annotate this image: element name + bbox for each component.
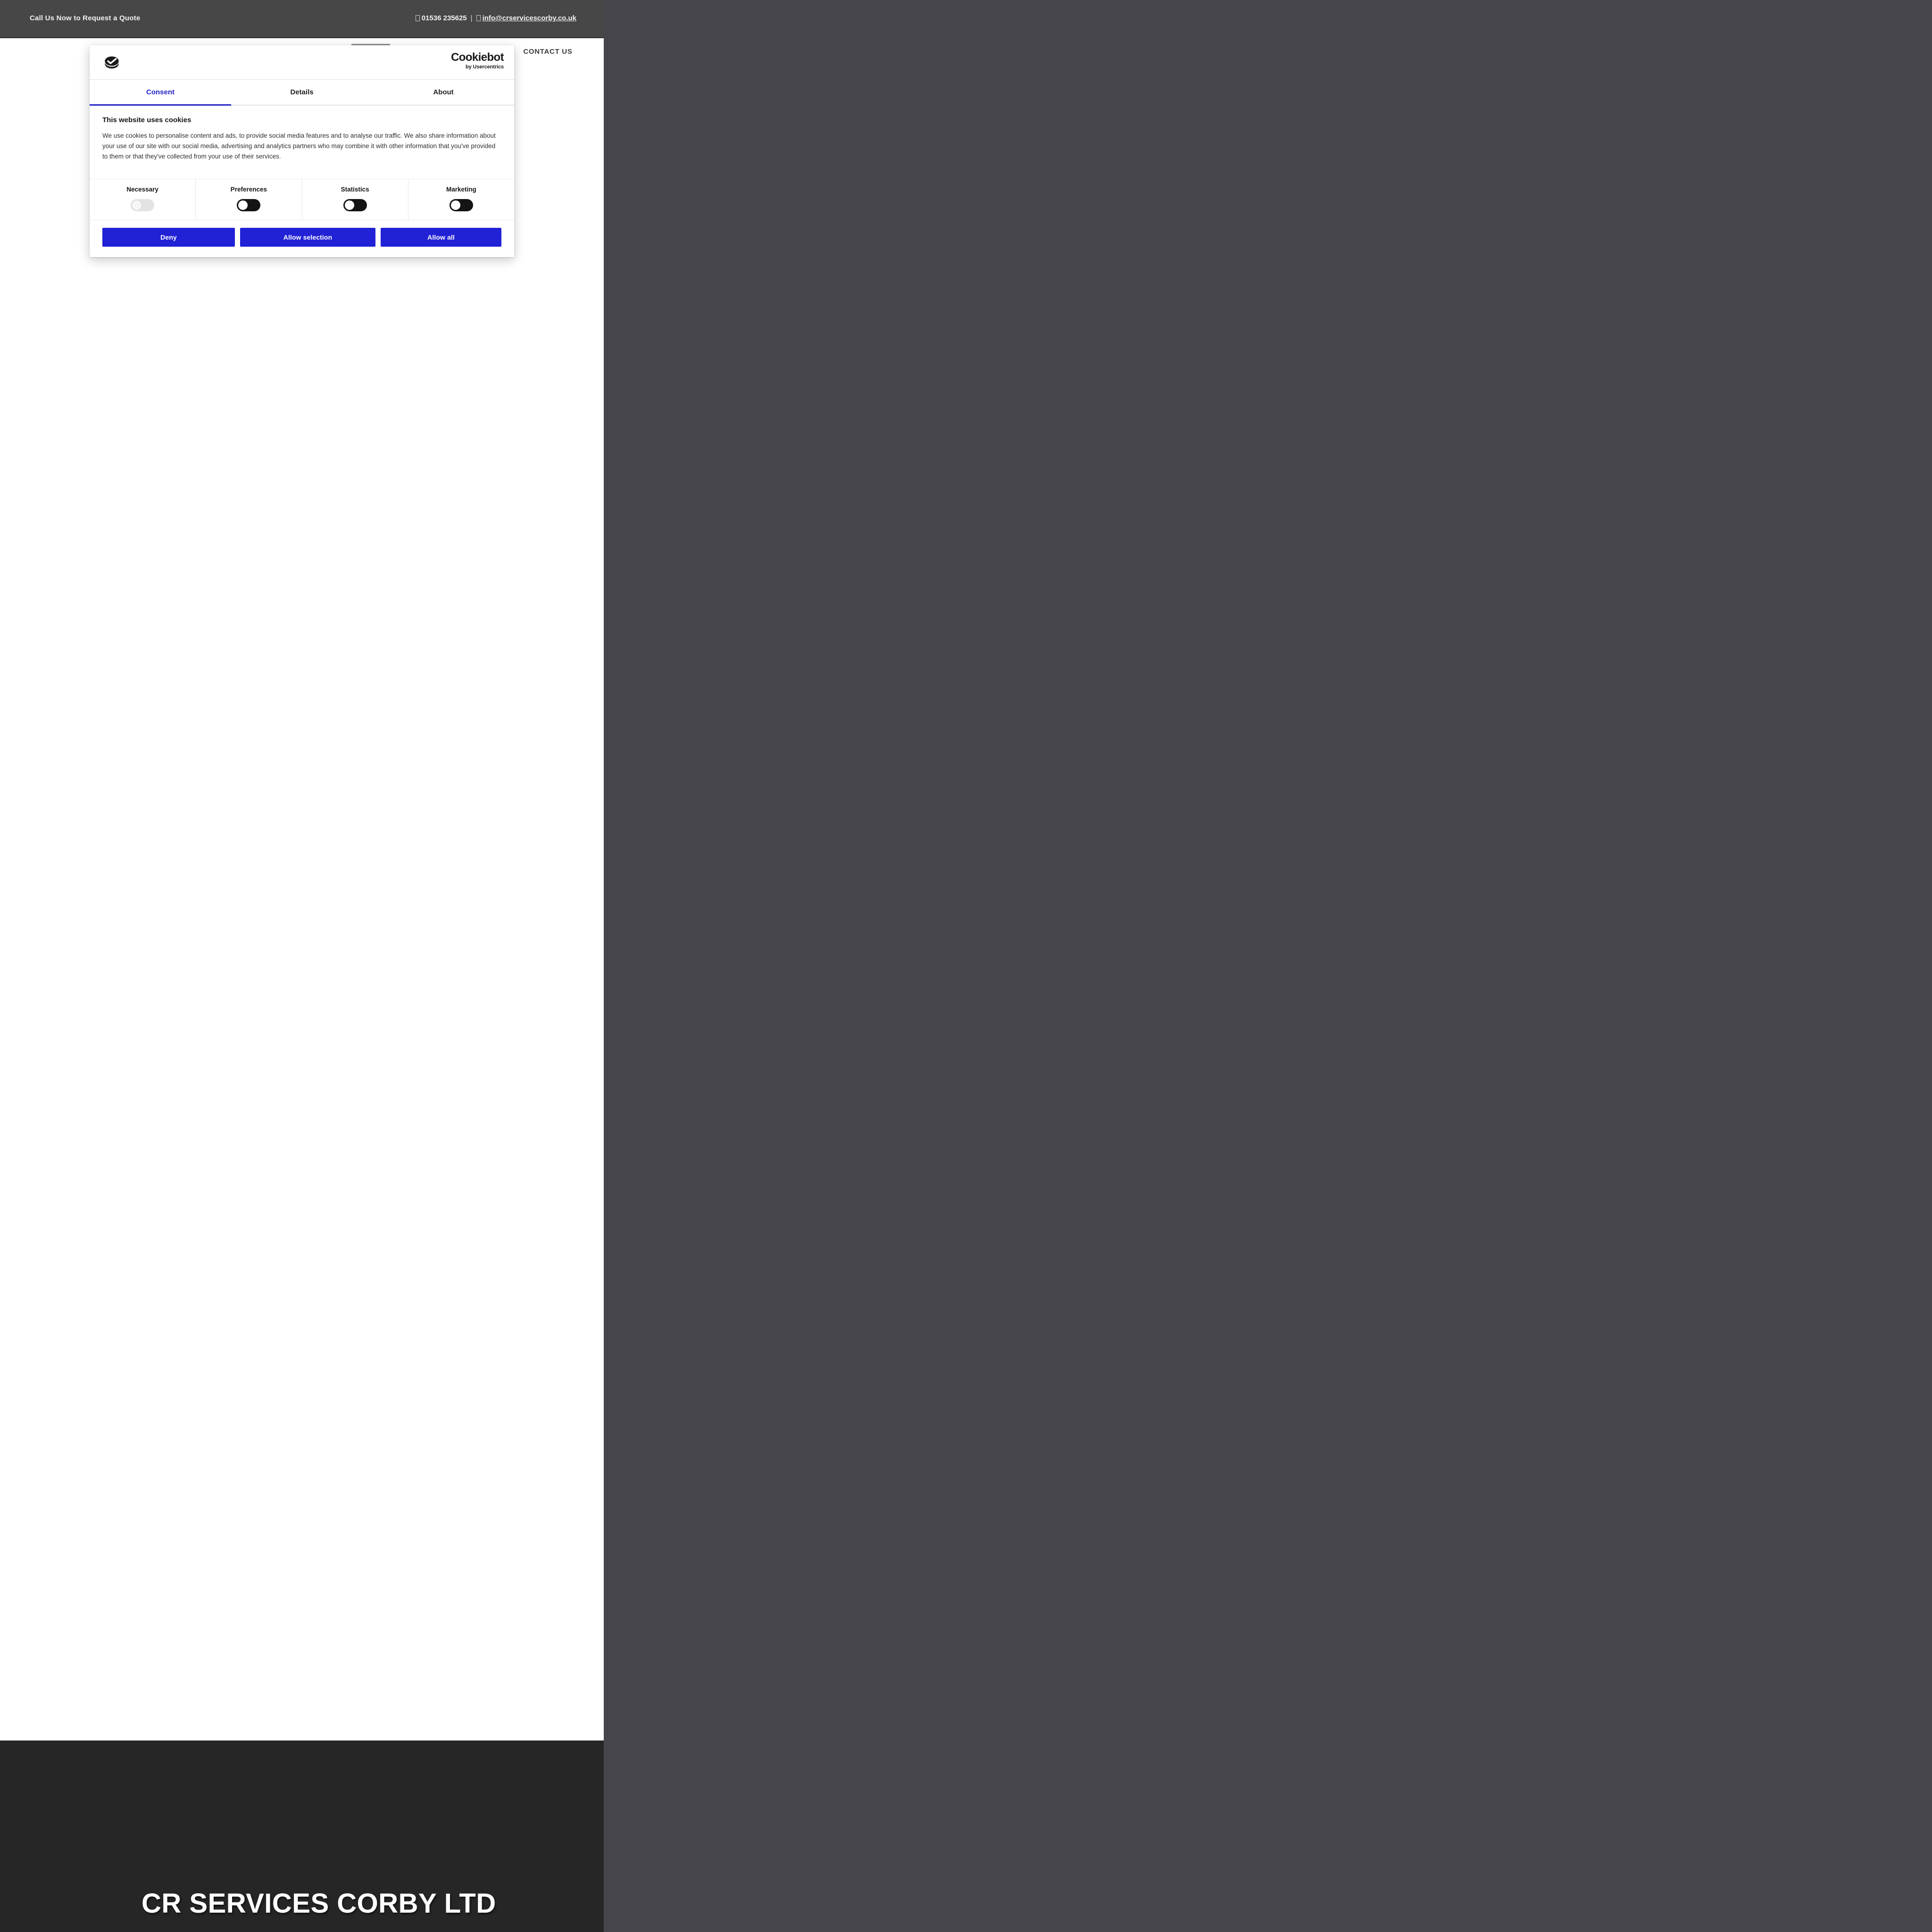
cookie-dialog-logo-row: Cookiebot by Usercentrics bbox=[90, 45, 514, 80]
category-necessary: Necessary bbox=[90, 179, 196, 220]
cookie-consent-dialog: Cookiebot by Usercentrics Consent Detail… bbox=[90, 45, 514, 257]
category-statistics: Statistics bbox=[302, 179, 408, 220]
toggle-statistics[interactable] bbox=[343, 199, 367, 211]
top-utility-bar: Call Us Now to Request a Quote 01536 235… bbox=[0, 0, 604, 38]
cookie-dialog-heading: This website uses cookies bbox=[102, 116, 192, 124]
topbar-email-link[interactable]: info@crservicescorby.co.uk bbox=[483, 14, 576, 22]
toggle-marketing[interactable] bbox=[449, 199, 473, 211]
cookie-dialog-description: We use cookies to personalise content an… bbox=[102, 132, 496, 160]
allow-all-button[interactable]: Allow all bbox=[381, 227, 501, 247]
cookiebot-brand: Cookiebot by Usercentrics bbox=[451, 52, 504, 70]
cookie-dialog-actions: Deny Allow selection Allow all bbox=[90, 220, 514, 257]
hero-content-area bbox=[0, 67, 604, 1740]
topbar-separator: | bbox=[470, 14, 473, 22]
category-label-marketing: Marketing bbox=[446, 185, 476, 193]
cookiebot-brand-subtitle: by Usercentrics bbox=[465, 64, 504, 70]
category-preferences: Preferences bbox=[196, 179, 302, 220]
toggle-knob bbox=[132, 200, 142, 210]
category-marketing: Marketing bbox=[408, 179, 514, 220]
cookie-dialog-tabs: Consent Details About bbox=[90, 80, 514, 106]
topbar-phone-number[interactable]: 01536 235625 bbox=[422, 14, 467, 22]
category-label-preferences: Preferences bbox=[230, 185, 267, 193]
phone-icon bbox=[415, 15, 420, 21]
toggle-knob bbox=[450, 200, 460, 210]
topbar-contact-group: 01536 235625 | info@crservicescorby.co.uk bbox=[415, 14, 576, 22]
category-label-necessary: Necessary bbox=[126, 185, 158, 193]
toggle-knob bbox=[238, 200, 248, 210]
toggle-necessary bbox=[131, 199, 155, 211]
footer-company-title: CR SERVICES CORBY LTD bbox=[142, 1888, 496, 1919]
deny-button[interactable]: Deny bbox=[102, 227, 235, 247]
browser-page-viewport: Call Us Now to Request a Quote 01536 235… bbox=[0, 0, 604, 1932]
envelope-icon bbox=[476, 15, 481, 21]
cookie-dialog-body: This website uses cookies We use cookies… bbox=[90, 106, 514, 171]
tab-details[interactable]: Details bbox=[231, 80, 373, 105]
toggle-preferences[interactable] bbox=[237, 199, 261, 211]
nav-item-contact-us[interactable]: CONTACT US bbox=[515, 44, 580, 59]
tab-about[interactable]: About bbox=[373, 80, 514, 105]
allow-selection-button[interactable]: Allow selection bbox=[240, 227, 375, 247]
topbar-tagline: Call Us Now to Request a Quote bbox=[30, 14, 141, 22]
cookiebot-brand-name: Cookiebot bbox=[451, 51, 504, 64]
cookie-category-row: Necessary Preferences Statistics Marketi… bbox=[90, 178, 514, 220]
tab-consent[interactable]: Consent bbox=[90, 80, 231, 106]
category-label-statistics: Statistics bbox=[341, 185, 369, 193]
cookiebot-checkmark-icon bbox=[105, 56, 119, 69]
toggle-knob bbox=[344, 200, 354, 210]
